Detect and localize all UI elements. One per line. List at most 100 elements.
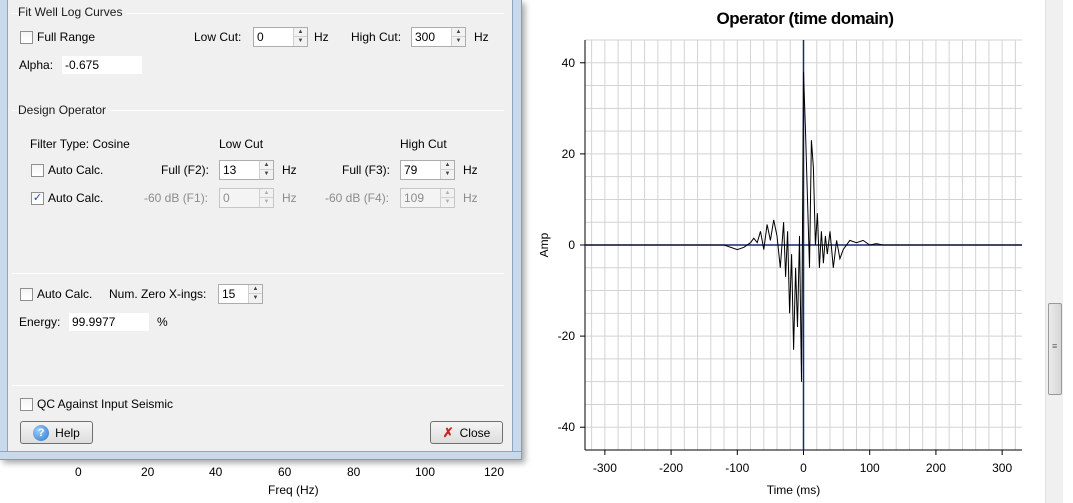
- help-button-label: Help: [55, 425, 80, 440]
- spin-down-icon[interactable]: ▼: [249, 294, 262, 303]
- f3-spinbox[interactable]: 79 ▲ ▼: [400, 160, 455, 180]
- x-tick-label: 0: [800, 461, 807, 475]
- close-icon: ✗: [442, 425, 454, 440]
- full-range-checkbox[interactable]: [20, 31, 33, 44]
- separator: [12, 385, 504, 386]
- high-cut-header: High Cut: [400, 137, 447, 151]
- high-cut-spin-arrows[interactable]: ▲ ▼: [451, 28, 465, 46]
- spin-up-icon[interactable]: ▲: [294, 28, 307, 37]
- f3-value: 79: [404, 163, 418, 177]
- y-tick-label: -40: [558, 420, 576, 434]
- high-cut-spinbox[interactable]: 300 ▲ ▼: [411, 27, 466, 47]
- auto-calc-60db-checkbox[interactable]: ✓: [31, 192, 44, 205]
- x-axis-label: Time (ms): [767, 483, 821, 497]
- dialog-frame-left: [0, 0, 8, 459]
- f2-value: 13: [223, 163, 237, 177]
- close-button[interactable]: ✗ Close: [430, 421, 503, 444]
- freq-tick: 60: [278, 465, 292, 479]
- y-tick-label: -20: [558, 329, 576, 343]
- f4-value: 109: [404, 191, 425, 205]
- low-cut-unit: Hz: [314, 30, 329, 44]
- num-zero-spin-arrows[interactable]: ▲ ▼: [248, 285, 262, 303]
- x-tick-label: -300: [593, 461, 617, 475]
- spin-down-icon[interactable]: ▼: [294, 37, 307, 46]
- spin-down-icon[interactable]: ▼: [441, 198, 454, 207]
- chart-title: Operator (time domain): [716, 9, 894, 28]
- f4-label: -60 dB (F4):: [325, 191, 390, 205]
- full-range-label: Full Range: [37, 30, 96, 44]
- num-zero-xings-value: 15: [222, 287, 236, 301]
- spin-down-icon[interactable]: ▼: [452, 37, 465, 46]
- design-operator-dialog: Fit Well Log Curves Full Range Low Cut: …: [0, 0, 522, 460]
- freq-tick: 40: [209, 465, 223, 479]
- high-cut-value: 300: [415, 30, 436, 44]
- qc-checkbox[interactable]: [20, 398, 33, 411]
- f2-spinbox[interactable]: 13 ▲ ▼: [219, 160, 274, 180]
- fit-well-group-title: Fit Well Log Curves: [18, 5, 127, 19]
- f2-spin-arrows[interactable]: ▲ ▼: [259, 161, 273, 179]
- dialog-frame-bottom: [0, 451, 521, 459]
- auto-calc-full-checkbox[interactable]: [31, 164, 44, 177]
- num-zero-xings-spinbox[interactable]: 15 ▲ ▼: [218, 284, 263, 304]
- f4-spin-arrows[interactable]: ▲ ▼: [440, 189, 454, 207]
- freq-tick: 120: [484, 465, 505, 479]
- help-button[interactable]: ? Help: [20, 421, 93, 444]
- x-tick-label: 100: [860, 461, 880, 475]
- filter-type-label: Filter Type: Cosine: [30, 137, 130, 151]
- low-cut-spin-arrows[interactable]: ▲ ▼: [293, 28, 307, 46]
- auto-calc-zero-checkbox[interactable]: [20, 288, 33, 301]
- f4-unit: Hz: [463, 191, 478, 205]
- alpha-label: Alpha:: [19, 58, 54, 72]
- spin-up-icon[interactable]: ▲: [452, 28, 465, 37]
- freq-tick: 80: [347, 465, 361, 479]
- high-cut-unit: Hz: [474, 30, 489, 44]
- y-axis-label: Amp: [540, 232, 551, 257]
- x-tick-label: 300: [992, 461, 1012, 475]
- help-icon: ?: [33, 424, 50, 441]
- design-operator-group-title: Design Operator: [18, 103, 111, 117]
- window-edge: [1063, 0, 1073, 503]
- dialog-frame-right: [512, 0, 521, 459]
- f2-label: Full (F2):: [161, 163, 209, 177]
- low-cut-spinbox[interactable]: 0 ▲ ▼: [253, 27, 308, 47]
- spin-up-icon[interactable]: ▲: [260, 189, 273, 198]
- f3-label: Full (F3):: [342, 163, 390, 177]
- f1-spin-arrows[interactable]: ▲ ▼: [259, 189, 273, 207]
- spin-up-icon[interactable]: ▲: [441, 189, 454, 198]
- f3-spin-arrows[interactable]: ▲ ▼: [440, 161, 454, 179]
- num-zero-xings-label: Num. Zero X-ings:: [109, 287, 207, 301]
- freq-tick: 0: [75, 465, 82, 479]
- spin-up-icon[interactable]: ▲: [441, 161, 454, 170]
- auto-calc-full-label: Auto Calc.: [48, 163, 104, 177]
- scrollbar-thumb[interactable]: ≡: [1048, 303, 1062, 395]
- spin-down-icon[interactable]: ▼: [260, 170, 273, 179]
- spin-up-icon[interactable]: ▲: [249, 285, 262, 294]
- scroll-grip-icon: ≡: [1052, 341, 1058, 351]
- f3-unit: Hz: [463, 163, 478, 177]
- low-cut-header: Low Cut: [219, 137, 264, 151]
- y-tick-label: 40: [562, 56, 576, 70]
- freq-tick: 20: [141, 465, 155, 479]
- spin-down-icon[interactable]: ▼: [441, 170, 454, 179]
- low-cut-value: 0: [257, 30, 264, 44]
- auto-calc-60db-label: Auto Calc.: [48, 191, 104, 205]
- auto-calc-zero-label: Auto Calc.: [37, 287, 93, 301]
- energy-input[interactable]: 99.9977: [68, 312, 150, 332]
- f1-unit: Hz: [282, 191, 297, 205]
- energy-unit: %: [157, 315, 168, 329]
- spin-up-icon[interactable]: ▲: [260, 161, 273, 170]
- background-freq-axis: 0 20 40 60 80 100 120 Freq (Hz): [0, 455, 530, 503]
- y-tick-label: 20: [562, 147, 576, 161]
- vertical-scrollbar[interactable]: ≡: [1045, 0, 1063, 503]
- energy-label: Energy:: [19, 315, 61, 329]
- spin-down-icon[interactable]: ▼: [260, 198, 273, 207]
- x-tick-label: -200: [659, 461, 683, 475]
- f4-spinbox[interactable]: 109 ▲ ▼: [400, 188, 455, 208]
- alpha-input[interactable]: -0.675: [61, 55, 143, 75]
- low-cut-label: Low Cut:: [194, 30, 242, 44]
- x-tick-label: -100: [725, 461, 749, 475]
- f1-spinbox[interactable]: 0 ▲ ▼: [219, 188, 274, 208]
- y-tick-label: 0: [568, 238, 575, 252]
- f1-label: -60 dB (F1):: [144, 191, 209, 205]
- high-cut-label: High Cut:: [351, 30, 402, 44]
